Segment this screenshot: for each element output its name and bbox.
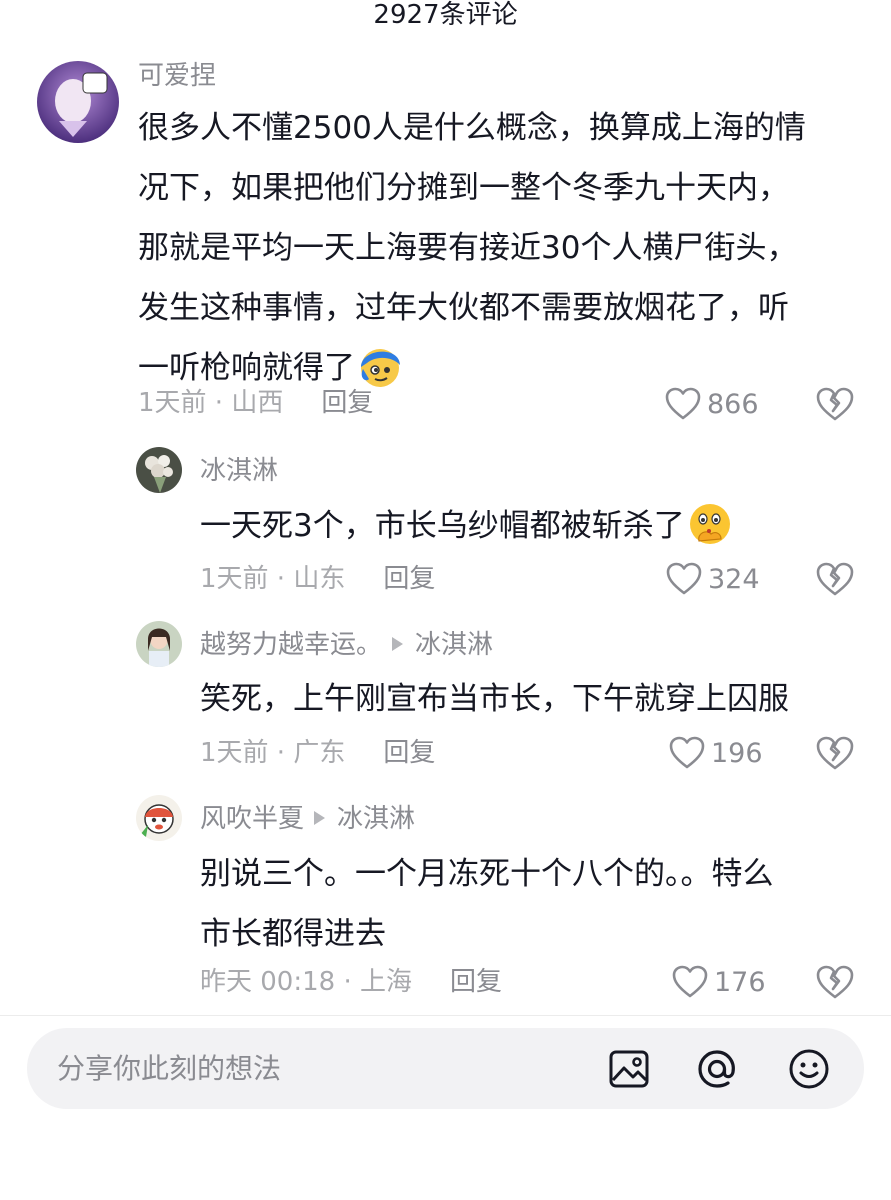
avatar[interactable] [37,61,119,143]
broken-heart-icon [816,965,854,999]
broken-heart-icon [816,562,854,596]
reply-to-arrow-icon [314,810,326,825]
broken-heart-icon [816,736,854,770]
heart-icon [672,965,708,998]
dislike-button[interactable] [815,733,855,773]
heart-icon [669,736,705,769]
comment-text: 很多人不懂2500人是什么概念，换算成上海的情 况下，如果把他们分摊到一整个冬季… [138,98,868,398]
comment-count-title: 2927条评论 [373,0,518,30]
reply-meta: 1天前 · 山东 回复 [200,563,435,595]
reply-meta: 昨天 00:18 · 上海 回复 [200,966,502,998]
reply-meta: 1天前 · 广东 回复 [200,737,435,769]
reply-to-username[interactable]: 冰淇淋 [337,804,415,834]
reply-username-text: 风吹半夏 [200,804,305,834]
comment-input-bar[interactable]: 分享你此刻的想法 [27,1028,864,1109]
like-button[interactable]: 176 [672,962,766,1002]
comment-text-line: 况下，如果把他们分摊到一整个冬季九十天内， [138,170,789,206]
reply-username[interactable]: 越努力越幸运。 冰淇淋 [200,629,493,661]
reply-button[interactable]: 回复 [450,967,502,997]
dislike-button[interactable] [815,384,855,424]
comment-text-line: 发生这种事情，过年大伙都不需要放烟花了，听 [138,290,789,326]
like-button[interactable]: 324 [666,559,760,599]
image-icon[interactable] [607,1047,651,1091]
reply-time-location: 1天前 · 广东 [200,738,346,768]
avatar[interactable] [136,447,182,493]
dislike-button[interactable] [815,559,855,599]
reply-text: 一天死3个，市长乌纱帽都被斩杀了 [200,496,860,556]
emoji-icon[interactable] [787,1047,831,1091]
divider [0,1015,891,1016]
reply-username[interactable]: 风吹半夏 冰淇淋 [200,803,415,835]
reply-text-line: 市长都得进去 [200,916,386,952]
broken-heart-icon [816,387,854,421]
reply-text: 别说三个。一个月冻死十个八个的。。特么 市长都得进去 [200,844,860,964]
like-count: 176 [714,966,766,998]
comment-time-location: 1天前 · 山西 [138,388,284,418]
like-count: 866 [707,388,759,420]
reply-button[interactable]: 回复 [321,388,373,418]
comment-input-placeholder[interactable]: 分享你此刻的想法 [57,1028,281,1109]
reply-time-location: 1天前 · 山东 [200,564,346,594]
like-count: 196 [711,737,763,769]
avatar[interactable] [136,621,182,667]
comment-text-line: 那就是平均一天上海要有接近30个人横尸街头， [138,230,798,266]
reply-username-text: 越努力越幸运。 [200,630,383,660]
like-count: 324 [708,563,760,595]
reply-to-username[interactable]: 冰淇淋 [415,630,493,660]
reply-text: 笑死，上午刚宣布当市长，下午就穿上囚服 [200,681,789,717]
reply-to-arrow-icon [392,636,404,651]
heart-icon [665,387,701,420]
blue-hair-face-emoji [357,343,403,389]
reply-time-location: 昨天 00:18 · 上海 [200,967,412,997]
comment-meta: 1天前 · 山西 回复 [138,387,373,419]
comment-username[interactable]: 可爱捏 [138,60,216,92]
comment-text-line: 很多人不懂2500人是什么概念，换算成上海的情 [138,110,806,146]
dislike-button[interactable] [815,962,855,1002]
reply-text-content: 一天死3个，市长乌纱帽都被斩杀了 [200,508,685,544]
reply-username[interactable]: 冰淇淋 [200,455,278,487]
like-button[interactable]: 866 [665,384,759,424]
comment-text-last: 一听枪响就得了 [138,350,355,386]
at-icon[interactable] [695,1047,739,1091]
thinking-face-emoji [687,501,733,547]
reply-button[interactable]: 回复 [383,564,435,594]
avatar[interactable] [136,795,182,841]
reply-text-line: 别说三个。一个月冻死十个八个的。。特么 [200,856,774,892]
like-button[interactable]: 196 [669,733,763,773]
heart-icon [666,562,702,595]
reply-button[interactable]: 回复 [383,738,435,768]
